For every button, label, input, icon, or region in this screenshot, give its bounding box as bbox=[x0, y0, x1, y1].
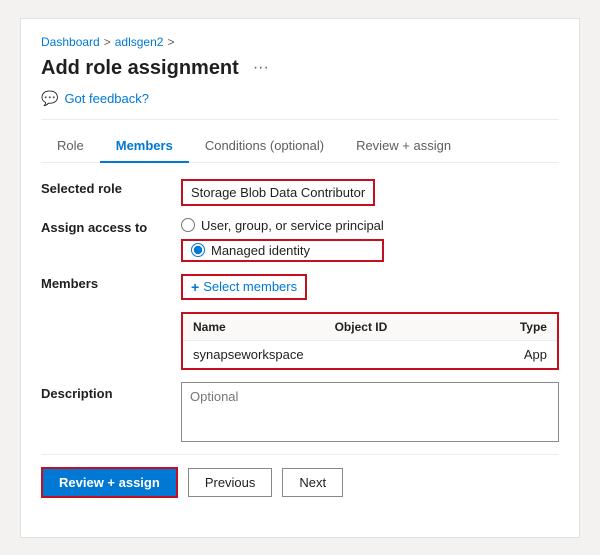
breadcrumb-dashboard[interactable]: Dashboard bbox=[41, 35, 100, 49]
tabs-bar: Role Members Conditions (optional) Revie… bbox=[41, 130, 559, 163]
members-row: Members + Select members bbox=[41, 274, 559, 300]
footer-divider bbox=[41, 454, 559, 455]
col-header-name: Name bbox=[193, 320, 335, 334]
row-type: App bbox=[476, 347, 547, 362]
previous-button[interactable]: Previous bbox=[188, 468, 273, 497]
radio-user-group-label: User, group, or service principal bbox=[201, 218, 384, 233]
selected-role-value: Storage Blob Data Contributor bbox=[181, 179, 375, 206]
more-options-button[interactable]: ··· bbox=[249, 59, 273, 77]
members-table: Name Object ID Type synapseworkspace App bbox=[181, 312, 559, 370]
row-name: synapseworkspace bbox=[193, 347, 335, 362]
selected-role-label: Selected role bbox=[41, 179, 181, 196]
tab-conditions[interactable]: Conditions (optional) bbox=[189, 130, 340, 163]
col-header-objectid: Object ID bbox=[335, 320, 477, 334]
description-textarea[interactable] bbox=[181, 382, 559, 442]
row-objectid bbox=[335, 347, 477, 362]
breadcrumb-sep2: > bbox=[167, 35, 174, 49]
radio-user-group-input[interactable] bbox=[181, 218, 195, 232]
table-row: synapseworkspace App bbox=[183, 341, 557, 368]
title-row: Add role assignment ··· bbox=[41, 57, 559, 80]
next-button[interactable]: Next bbox=[282, 468, 343, 497]
col-header-type: Type bbox=[476, 320, 547, 334]
feedback-label[interactable]: Got feedback? bbox=[64, 91, 149, 106]
breadcrumb-adlsgen2[interactable]: adlsgen2 bbox=[115, 35, 164, 49]
select-members-button[interactable]: + Select members bbox=[181, 274, 307, 300]
plus-icon: + bbox=[191, 279, 199, 295]
description-row: Description bbox=[41, 382, 559, 442]
radio-managed-identity[interactable]: Managed identity bbox=[181, 239, 384, 262]
description-label: Description bbox=[41, 382, 181, 401]
footer-buttons: Review + assign Previous Next bbox=[41, 467, 559, 498]
assign-access-label: Assign access to bbox=[41, 218, 181, 235]
feedback-row[interactable]: 💬 Got feedback? bbox=[41, 90, 559, 107]
selected-role-row: Selected role Storage Blob Data Contribu… bbox=[41, 179, 559, 206]
tab-members[interactable]: Members bbox=[100, 130, 189, 163]
radio-managed-identity-input[interactable] bbox=[191, 243, 205, 257]
table-header: Name Object ID Type bbox=[183, 314, 557, 341]
radio-managed-identity-label: Managed identity bbox=[211, 243, 310, 258]
review-assign-button[interactable]: Review + assign bbox=[41, 467, 178, 498]
feedback-icon: 💬 bbox=[41, 90, 58, 107]
main-card: Dashboard > adlsgen2 > Add role assignme… bbox=[20, 18, 580, 538]
tab-review-assign[interactable]: Review + assign bbox=[340, 130, 467, 163]
access-options: User, group, or service principal Manage… bbox=[181, 218, 384, 262]
select-members-label: Select members bbox=[203, 279, 297, 294]
members-label: Members bbox=[41, 274, 181, 291]
breadcrumb: Dashboard > adlsgen2 > bbox=[41, 35, 559, 49]
tab-role[interactable]: Role bbox=[41, 130, 100, 163]
breadcrumb-sep1: > bbox=[104, 35, 111, 49]
page-title: Add role assignment bbox=[41, 57, 239, 80]
radio-user-group[interactable]: User, group, or service principal bbox=[181, 218, 384, 233]
assign-access-row: Assign access to User, group, or service… bbox=[41, 218, 559, 262]
top-divider bbox=[41, 119, 559, 120]
